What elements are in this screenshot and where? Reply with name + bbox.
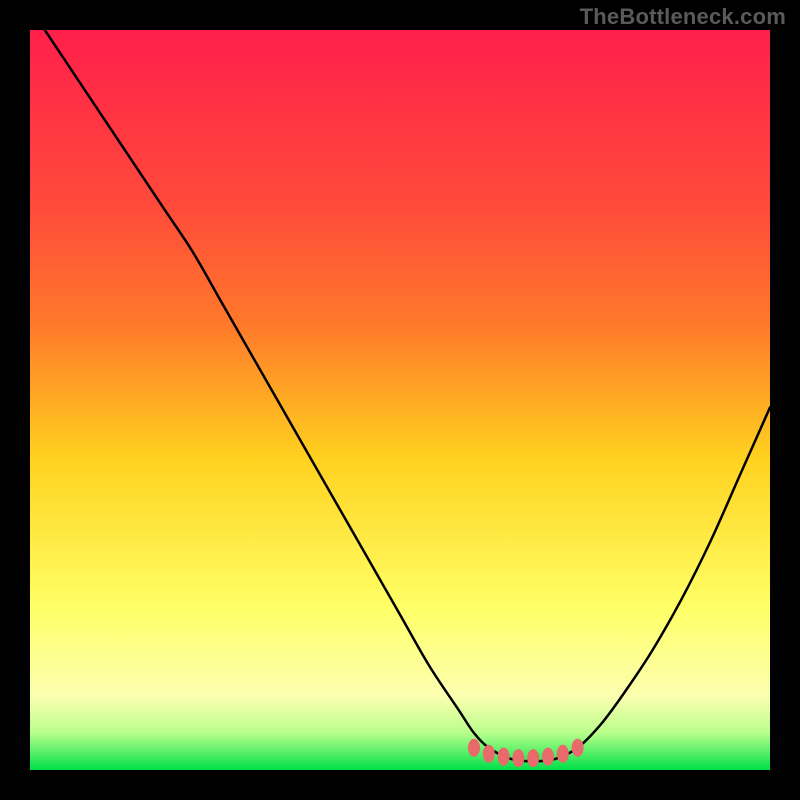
marker-dot — [512, 749, 524, 767]
chart-frame: TheBottleneck.com — [0, 0, 800, 800]
marker-dot — [483, 745, 495, 763]
marker-dot — [468, 739, 480, 757]
marker-dot — [572, 739, 584, 757]
marker-dot — [542, 748, 554, 766]
marker-dot — [557, 745, 569, 763]
marker-dot — [498, 748, 510, 766]
bottleneck-chart — [30, 30, 770, 770]
watermark: TheBottleneck.com — [580, 4, 786, 30]
marker-dot — [527, 749, 539, 767]
gradient-background — [30, 30, 770, 770]
